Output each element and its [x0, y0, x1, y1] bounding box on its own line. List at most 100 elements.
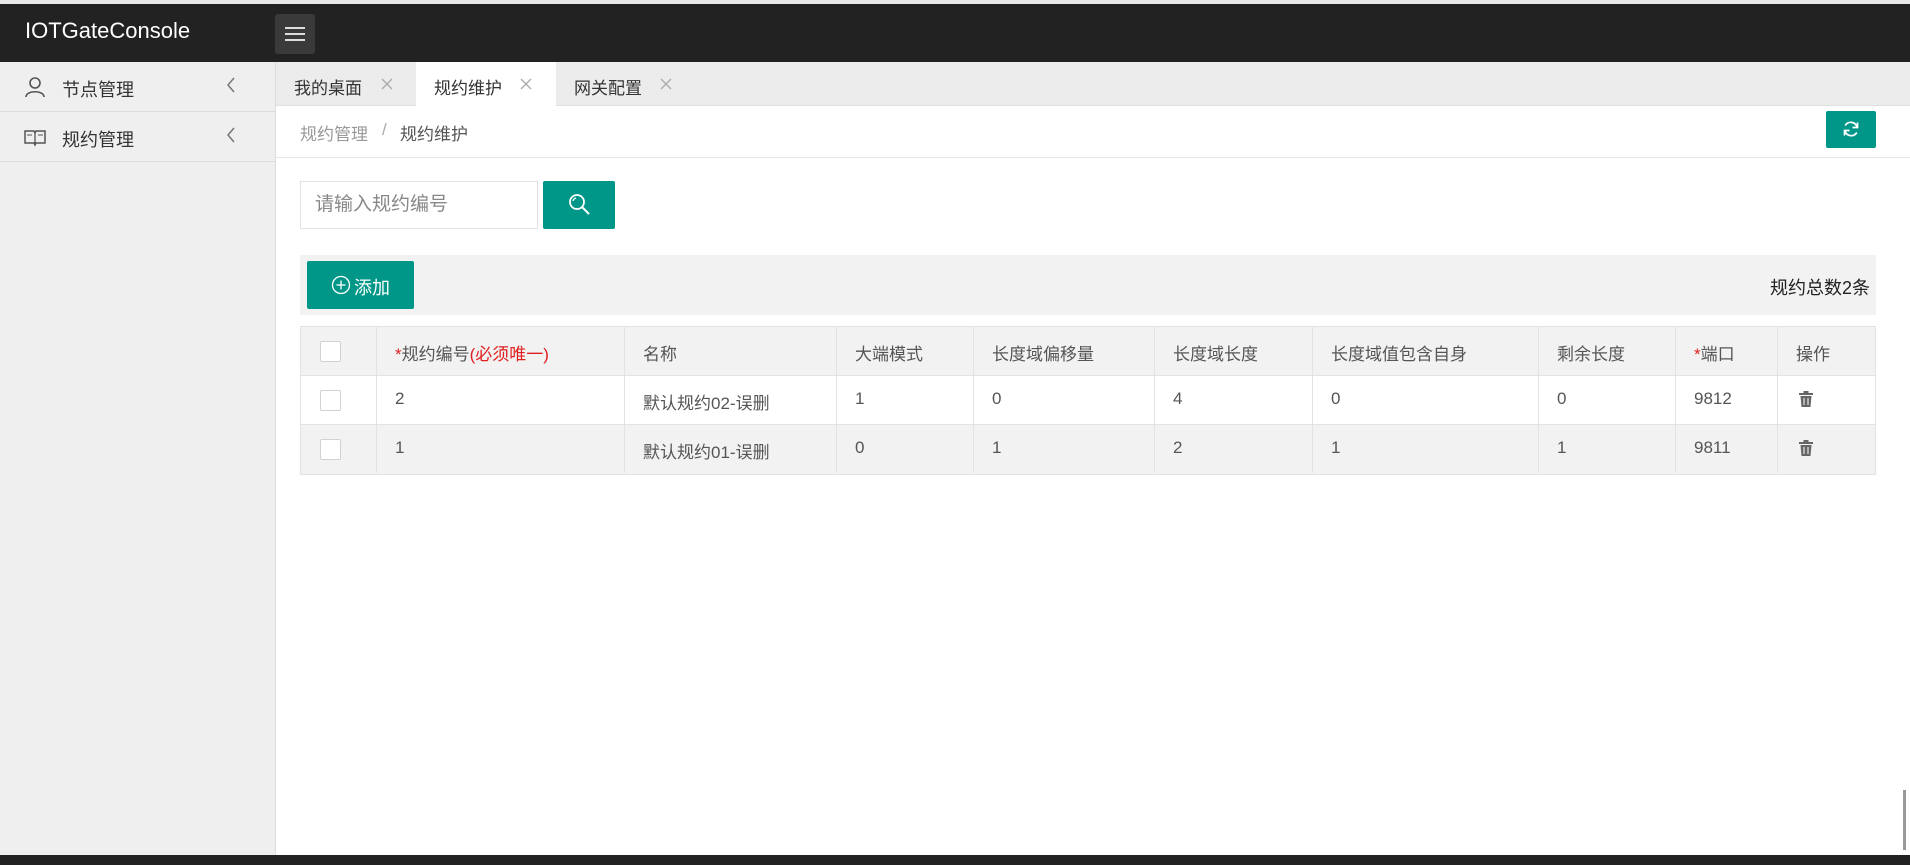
tab-bar: 我的桌面 规约维护 网关配置 [276, 62, 1910, 106]
breadcrumb-parent[interactable]: 规约管理 [300, 120, 368, 145]
cell-length-offset: 1 [974, 425, 1155, 473]
required-mark: * [1694, 345, 1701, 364]
tab-my-desktop[interactable]: 我的桌面 [276, 62, 416, 106]
header-length-offset: 长度域偏移量 [974, 327, 1155, 375]
table-header-row: *规约编号(必须唯一) 名称 大端模式 长度域偏移量 长度域长度 长度域值包含自… [301, 327, 1875, 376]
close-icon[interactable] [381, 78, 393, 90]
book-icon [24, 130, 46, 147]
cell-text: 2 [395, 389, 405, 408]
cell-length-size: 4 [1155, 376, 1313, 424]
cell-name: 默认规约02-误删 [625, 376, 837, 424]
cell-text: 0 [855, 438, 865, 457]
close-icon[interactable] [520, 78, 532, 90]
header-port: *端口 [1676, 327, 1778, 375]
cell-text: 1 [992, 438, 1002, 457]
header-label: 规约编号 [401, 345, 470, 364]
scrollbar-thumb[interactable] [1903, 790, 1906, 850]
header-label: 操作 [1796, 345, 1830, 364]
header-length-size: 长度域长度 [1155, 327, 1313, 375]
cell-text: 4 [1173, 389, 1183, 408]
breadcrumb-current: 规约维护 [400, 125, 468, 144]
header-actions: 操作 [1778, 327, 1875, 375]
cell-text: 2 [1173, 438, 1183, 457]
plus-circle-icon [331, 275, 351, 295]
tab-protocol-maintenance[interactable]: 规约维护 [416, 62, 556, 106]
tab-label: 网关配置 [574, 79, 642, 98]
cell-port: 9811 [1676, 425, 1778, 473]
breadcrumb-separator: / [382, 120, 387, 139]
sidebar-item-node-management[interactable]: 节点管理 [0, 62, 275, 112]
header-protocol-id: *规约编号(必须唯一) [377, 327, 625, 375]
bottom-bar [0, 855, 1910, 865]
user-icon [25, 77, 45, 98]
protocol-id-search-input[interactable] [300, 181, 538, 229]
menu-toggle-icon[interactable] [275, 14, 315, 54]
sidebar: 节点管理 规约管理 [0, 62, 276, 855]
cell-text: 0 [1331, 389, 1341, 408]
cell-remaining-length: 0 [1539, 376, 1676, 424]
cell-text: 0 [1557, 389, 1567, 408]
required-mark: * [395, 345, 402, 364]
tab-gateway-config[interactable]: 网关配置 [556, 62, 696, 106]
cell-text: 默认规约01-误删 [643, 443, 770, 462]
tab-label: 规约维护 [434, 79, 502, 98]
breadcrumb: 规约管理 / 规约维护 [276, 106, 1910, 158]
cell-text: 0 [992, 389, 1002, 408]
cell-text: 1 [395, 438, 405, 457]
cell-text: 1 [1331, 438, 1341, 457]
header-length-include-self: 长度域值包含自身 [1313, 327, 1539, 375]
chevron-left-icon [227, 127, 235, 143]
cell-length-include-self: 0 [1313, 376, 1539, 424]
select-cell [301, 425, 377, 473]
cell-text: 9812 [1694, 389, 1732, 408]
cell-remaining-length: 1 [1539, 425, 1676, 473]
protocol-table: *规约编号(必须唯一) 名称 大端模式 长度域偏移量 长度域长度 长度域值包含自… [300, 326, 1876, 475]
header-label: 大端模式 [855, 345, 923, 364]
table-row[interactable]: 2 默认规约02-误删 1 0 4 0 0 9812 [301, 376, 1875, 425]
tab-label: 我的桌面 [294, 79, 362, 98]
top-header: IOTGateConsole [0, 0, 1910, 62]
table-row[interactable]: 1 默认规约01-误删 0 1 2 1 1 9811 [301, 425, 1875, 474]
cell-protocol-id: 2 [377, 376, 625, 424]
header-remaining-length: 剩余长度 [1539, 327, 1676, 375]
row-checkbox[interactable] [320, 390, 341, 411]
cell-big-endian: 1 [837, 376, 974, 424]
sidebar-item-label: 节点管理 [62, 80, 134, 100]
select-cell [301, 376, 377, 424]
add-button-label: 添加 [354, 278, 390, 298]
cell-length-offset: 0 [974, 376, 1155, 424]
cell-actions [1778, 376, 1875, 424]
select-all-checkbox[interactable] [320, 341, 341, 362]
unique-note: (必须唯一) [469, 345, 549, 364]
header-select-cell [301, 327, 377, 375]
cell-text: 1 [855, 389, 865, 408]
cell-big-endian: 0 [837, 425, 974, 473]
row-checkbox[interactable] [320, 439, 341, 460]
app-window: IOTGateConsole 节点管理 规约管理 我的桌面 规约维护 网关配置 … [0, 0, 1910, 865]
header-label: 剩余长度 [1557, 345, 1625, 364]
search-icon [569, 194, 590, 215]
trash-icon[interactable] [1798, 439, 1814, 457]
header-label: 端口 [1700, 345, 1735, 364]
cell-length-include-self: 1 [1313, 425, 1539, 473]
cell-text: 1 [1557, 438, 1567, 457]
cell-text: 默认规约02-误删 [643, 394, 770, 413]
sidebar-item-protocol-management[interactable]: 规约管理 [0, 112, 275, 162]
add-button[interactable]: 添加 [307, 261, 414, 309]
total-count: 规约总数2条 [1769, 278, 1870, 298]
trash-icon[interactable] [1798, 390, 1814, 408]
search-button[interactable] [543, 181, 615, 229]
app-title: IOTGateConsole [25, 18, 191, 43]
header-name: 名称 [625, 327, 837, 375]
close-icon[interactable] [660, 78, 672, 90]
chevron-left-icon [227, 77, 235, 93]
cell-text: 9811 [1694, 438, 1731, 457]
refresh-button[interactable] [1826, 111, 1876, 148]
cell-actions [1778, 425, 1875, 473]
header-label: 长度域值包含自身 [1331, 345, 1467, 364]
cell-protocol-id: 1 [377, 425, 625, 473]
cell-name: 默认规约01-误删 [625, 425, 837, 473]
refresh-icon [1843, 121, 1859, 137]
header-big-endian: 大端模式 [837, 327, 974, 375]
cell-length-size: 2 [1155, 425, 1313, 473]
